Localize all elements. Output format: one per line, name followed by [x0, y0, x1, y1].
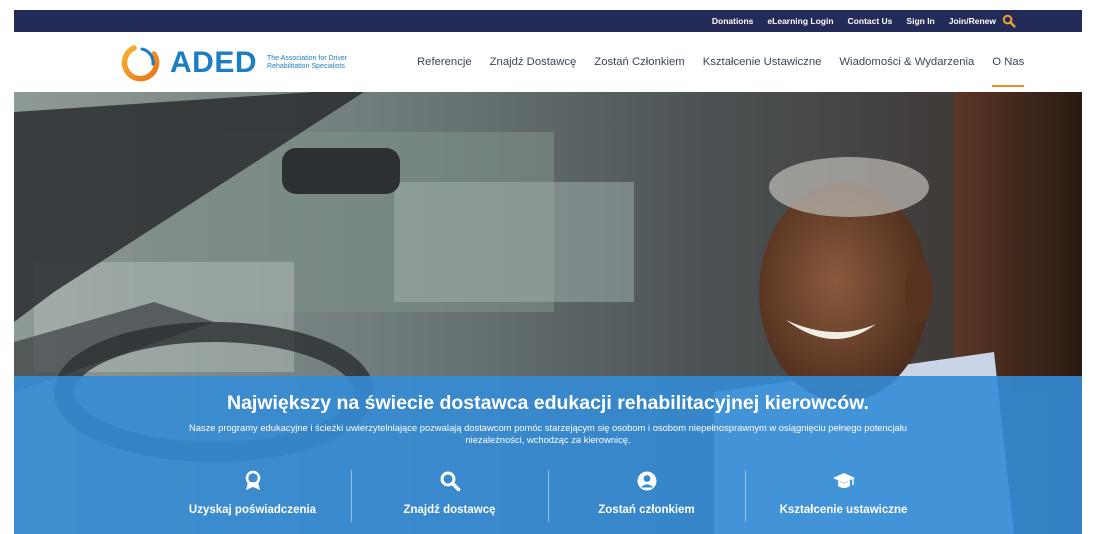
- become-member-label: Zostań członkiem: [598, 504, 695, 516]
- logo-tagline: The Association for Driver Rehabilitatio…: [267, 54, 348, 71]
- hero-actions: Uzyskaj poświadczenia Znajdź dostawcę Zo…: [154, 464, 942, 530]
- graduation-cap-icon: [832, 473, 855, 488]
- nav-item-znajdz-dostawce[interactable]: Znajdź Dostawcę: [490, 32, 577, 92]
- sign-in-link[interactable]: Sign In: [906, 16, 934, 26]
- nav-item-ksztalcenie-ustawiczne[interactable]: Kształcenie Ustawiczne: [703, 32, 822, 92]
- utility-bar: Donations eLearning Login Contact Us Sig…: [14, 10, 1082, 32]
- become-member-button[interactable]: Zostań członkiem: [548, 464, 745, 530]
- search-icon[interactable]: [1002, 14, 1016, 28]
- nav-item-wiadomosci-wydarzenia[interactable]: Wiadomości & Wydarzenia: [839, 32, 974, 92]
- find-provider-button[interactable]: Znajdź dostawcę: [351, 464, 548, 530]
- site-header: ADED The Association for Driver Rehabili…: [14, 32, 1082, 92]
- nav-item-referencje[interactable]: Referencje: [417, 32, 472, 92]
- main-nav: Referencje Znajdź Dostawcę Zostań Członk…: [417, 32, 1025, 92]
- continuing-education-label: Kształcenie ustawiczne: [779, 504, 908, 516]
- award-icon: [245, 470, 260, 490]
- nav-item-zostan-czlonkiem[interactable]: Zostań Członkiem: [594, 32, 684, 92]
- join-renew-link[interactable]: Join/Renew: [949, 16, 996, 26]
- find-provider-label: Znajdź dostawcę: [403, 504, 496, 516]
- contact-us-link[interactable]: Contact Us: [848, 16, 893, 26]
- elearning-login-link[interactable]: eLearning Login: [767, 16, 833, 26]
- hero: Największy na świecie dostawca edukacji …: [14, 92, 1082, 534]
- page: Donations eLearning Login Contact Us Sig…: [0, 0, 1096, 534]
- get-credentials-label: Uzyskaj poświadczenia: [188, 504, 317, 516]
- donations-link[interactable]: Donations: [712, 16, 754, 26]
- nav-item-o-nas[interactable]: O Nas: [992, 32, 1025, 92]
- search-icon: [440, 471, 460, 492]
- logo[interactable]: ADED The Association for Driver Rehabili…: [120, 44, 367, 82]
- aded-ring-logo: [121, 45, 160, 82]
- hero-band: Największy na świecie dostawca edukacji …: [14, 376, 1082, 534]
- logo-wordmark: ADED: [170, 46, 258, 79]
- get-credentials-button[interactable]: Uzyskaj poświadczenia: [154, 464, 351, 530]
- user-circle-icon: [637, 471, 656, 491]
- utility-links: Donations eLearning Login Contact Us Sig…: [712, 10, 996, 32]
- continuing-education-button[interactable]: Kształcenie ustawiczne: [745, 464, 942, 530]
- hero-title: Największy na świecie dostawca edukacji …: [227, 392, 869, 414]
- hero-subtitle: Nasze programy edukacyjne i ścieżki uwie…: [188, 422, 908, 445]
